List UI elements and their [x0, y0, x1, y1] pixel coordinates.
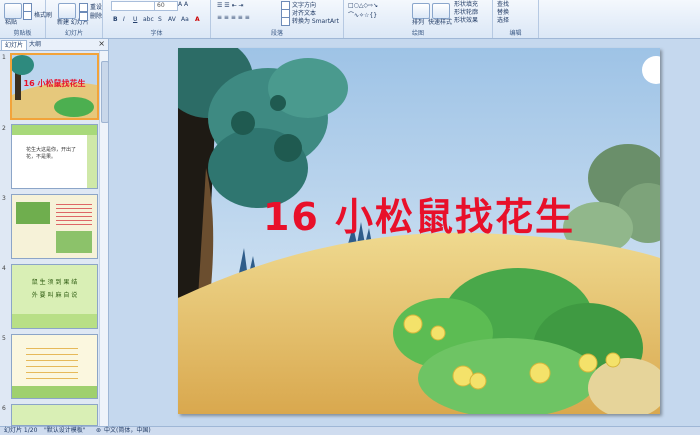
- thumbnail-3-image-a: [16, 202, 50, 224]
- slide-title[interactable]: 16 小松鼠找花生: [178, 186, 660, 241]
- grow-font-icon[interactable]: A A: [178, 1, 188, 9]
- thumb-number: 4: [2, 265, 6, 272]
- spacing-icon[interactable]: AV: [168, 16, 176, 23]
- reset-button[interactable]: 重设: [79, 3, 102, 12]
- bold-icon[interactable]: B: [113, 16, 118, 23]
- group-label-paragraph: 段落: [270, 30, 283, 37]
- group-paragraph: ☰ ☰ ⇤ ⇥ ≡ ≡ ≡ ≡ ≡ 文字方向 对齐文本 转换为 SmartArt…: [211, 0, 344, 38]
- thumb-number: 5: [2, 335, 6, 342]
- thumbnail-5-grass: [12, 386, 97, 398]
- thumbnail-3-image-b: [56, 231, 92, 253]
- smartart-icon: [281, 17, 290, 26]
- shapes-gallery[interactable]: □○△◇⇨↘: [348, 2, 378, 10]
- select-button[interactable]: 选择: [497, 17, 509, 25]
- group-label-font: 字体: [150, 30, 163, 37]
- paste-button[interactable]: 粘贴: [5, 19, 17, 27]
- thumb-number: 6: [2, 405, 6, 412]
- scrollbar-thumb[interactable]: [101, 61, 109, 123]
- thumbnail-3[interactable]: [11, 194, 98, 259]
- shadow-icon[interactable]: S: [158, 16, 162, 23]
- group-font: 60 A A B I U abc S AV Aa A 字体: [103, 0, 211, 38]
- thumbnail-5-table: [26, 343, 78, 379]
- group-label-drawing: 绘图: [411, 30, 424, 37]
- quick-styles-button[interactable]: 快速样式: [428, 19, 452, 27]
- strike-icon[interactable]: abc: [143, 16, 154, 23]
- arrange-icon[interactable]: [412, 3, 430, 19]
- thumbnail-2-text: 花生大这是你，开出了花，不是果。: [26, 147, 77, 160]
- delete-slide-button[interactable]: 删除: [79, 12, 102, 21]
- new-slide-icon[interactable]: [58, 3, 76, 19]
- brush-icon: [23, 11, 32, 20]
- pane-tabs: 幻灯片 大纲 ×: [0, 39, 108, 51]
- arrange-button[interactable]: 排列: [412, 19, 424, 27]
- group-slides: 新建 幻灯片 重设 删除 幻灯片: [46, 0, 103, 38]
- paste-icon[interactable]: [4, 3, 22, 19]
- thumbnail-4[interactable]: 鼠 生 须 到 果 结 外 要 叫 麻 自 说: [11, 264, 98, 329]
- font-color-icon[interactable]: A: [195, 16, 200, 23]
- close-icon[interactable]: ×: [98, 39, 105, 48]
- font-name-box[interactable]: [111, 1, 155, 11]
- thumbnail-1-title: 16 小松鼠找花生: [23, 79, 86, 88]
- thumbnail-2-vine: [87, 135, 97, 188]
- ribbon: 粘贴 格式刷 剪贴板 新建 幻灯片 重设 删除 幻灯片 60 A A B I U…: [0, 0, 700, 39]
- group-label-clipboard: 剪贴板: [13, 30, 32, 37]
- tab-slides[interactable]: 幻灯片: [1, 40, 28, 50]
- slide-canvas[interactable]: 16 小松鼠找花生: [178, 48, 660, 414]
- italic-icon[interactable]: I: [123, 16, 125, 23]
- align-icons[interactable]: ≡ ≡ ≡ ≡ ≡: [217, 14, 250, 22]
- thumbnail-4-words-a: 鼠 生 须 到 果 结: [31, 279, 78, 286]
- replace-button[interactable]: 替换: [497, 9, 509, 17]
- slides-pane: 幻灯片 大纲 × 1 16 小松鼠找花生 2 花生大这是你，开出了花，不是果。 …: [0, 39, 109, 426]
- delete-icon: [79, 12, 88, 21]
- thumbnail-6[interactable]: [11, 404, 98, 426]
- thumbnail-4-grass: [12, 314, 97, 328]
- thumbnail-3-text-lines: [56, 201, 92, 227]
- pane-scrollbar[interactable]: [99, 51, 109, 426]
- shape-fill-button[interactable]: 形状填充: [454, 1, 478, 9]
- quick-styles-icon[interactable]: [432, 3, 450, 19]
- bullets-icon[interactable]: ☰ ☰ ⇤ ⇥: [217, 2, 244, 10]
- underline-icon[interactable]: U: [133, 16, 137, 23]
- find-button[interactable]: 查找: [497, 1, 509, 9]
- thumbnail-1[interactable]: 16 小松鼠找花生: [10, 53, 99, 120]
- smartart-button[interactable]: 转换为 SmartArt: [281, 17, 339, 26]
- tab-outline[interactable]: 大纲: [26, 40, 44, 49]
- thumbnail-2-band: [12, 125, 97, 135]
- shape-effects-button[interactable]: 形状效果: [454, 17, 478, 25]
- shape-outline-button[interactable]: 形状轮廓: [454, 9, 478, 17]
- group-label-editing: 编辑: [509, 30, 522, 37]
- group-editing: 查找 替换 选择 编辑: [493, 0, 539, 38]
- thumbnail-5[interactable]: [11, 334, 98, 399]
- thumb-number: 1: [2, 54, 6, 61]
- group-clipboard: 粘贴 格式刷 剪贴板: [0, 0, 52, 38]
- case-icon[interactable]: Aa: [181, 16, 189, 23]
- thumb-number: 2: [2, 125, 6, 132]
- font-size-box[interactable]: 60: [154, 1, 178, 11]
- reset-icon: [79, 3, 88, 12]
- thumbnail-4-words-b: 外 要 叫 麻 自 说: [31, 292, 78, 299]
- group-label-slides: 幻灯片: [64, 30, 83, 37]
- thumb-number: 3: [2, 195, 6, 202]
- thumbnail-2[interactable]: 花生大这是你，开出了花，不是果。: [11, 124, 98, 189]
- shapes-gallery-row2[interactable]: ⌒∿✧☆{}: [348, 12, 377, 20]
- group-drawing: □○△◇⇨↘ ⌒∿✧☆{} 排列 快速样式 形状填充 形状轮廓 形状效果 绘图: [344, 0, 493, 38]
